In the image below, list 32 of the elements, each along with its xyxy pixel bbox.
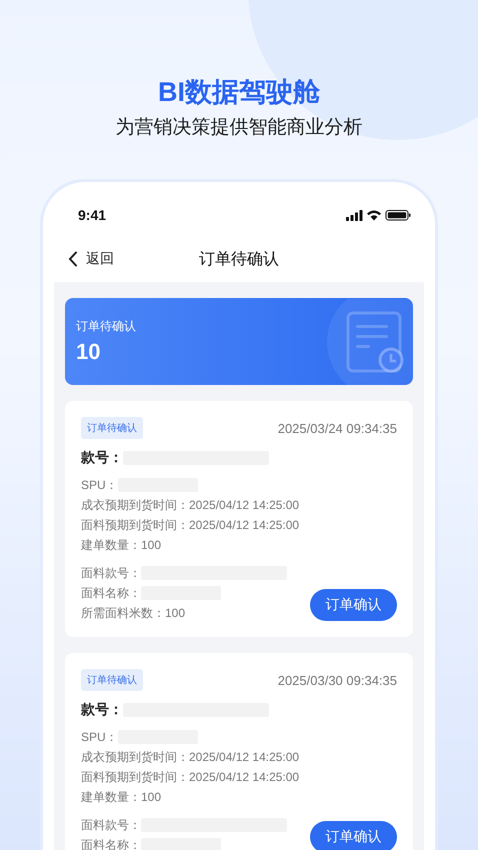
style-number-label: 款号： <box>81 701 123 719</box>
battery-icon <box>386 210 410 220</box>
confirm-order-button[interactable]: 订单确认 <box>310 821 397 850</box>
status-tag: 订单待确认 <box>81 417 143 439</box>
field-label: SPU： <box>81 728 118 746</box>
field-text: 建单数量：100 <box>81 536 162 554</box>
status-time: 9:41 <box>78 206 106 222</box>
field-label: 面料款号： <box>81 564 141 582</box>
style-number-label: 款号： <box>81 449 123 467</box>
field-text: 成衣预期到货时间：2025/04/12 14:25:00 <box>81 496 300 514</box>
order-time: 2025/03/30 09:34:35 <box>278 672 397 688</box>
field-text: 面料预期到货时间：2025/04/12 14:25:00 <box>81 768 300 786</box>
summary-label: 订单待确认 <box>76 318 136 335</box>
field-label: 面料名称： <box>81 584 141 602</box>
screen-title: 订单待确认 <box>199 250 279 270</box>
summary-count: 10 <box>76 339 102 365</box>
headline: BI数据驾驶舱 <box>158 76 320 109</box>
field-text: 面料预期到货时间：2025/04/12 14:25:00 <box>81 516 300 534</box>
wifi-icon <box>367 210 381 220</box>
signal-icon <box>346 210 362 220</box>
status-tag: 订单待确认 <box>81 669 143 691</box>
order-time: 2025/03/24 09:34:35 <box>278 420 397 436</box>
field-text: 建单数量：100 <box>81 788 162 806</box>
back-button[interactable]: 返回 <box>68 250 114 268</box>
field-label: 面料名称： <box>81 836 141 850</box>
back-icon <box>68 251 78 267</box>
confirm-order-button[interactable]: 订单确认 <box>310 589 397 621</box>
field-text: 成衣预期到货时间：2025/04/12 14:25:00 <box>81 748 300 766</box>
field-label: 面料款号： <box>81 816 141 834</box>
field-label: SPU： <box>81 476 118 494</box>
subtitle: 为营销决策提供智能商业分析 <box>116 116 362 140</box>
field-text: 所需面料米数：100 <box>81 604 186 622</box>
